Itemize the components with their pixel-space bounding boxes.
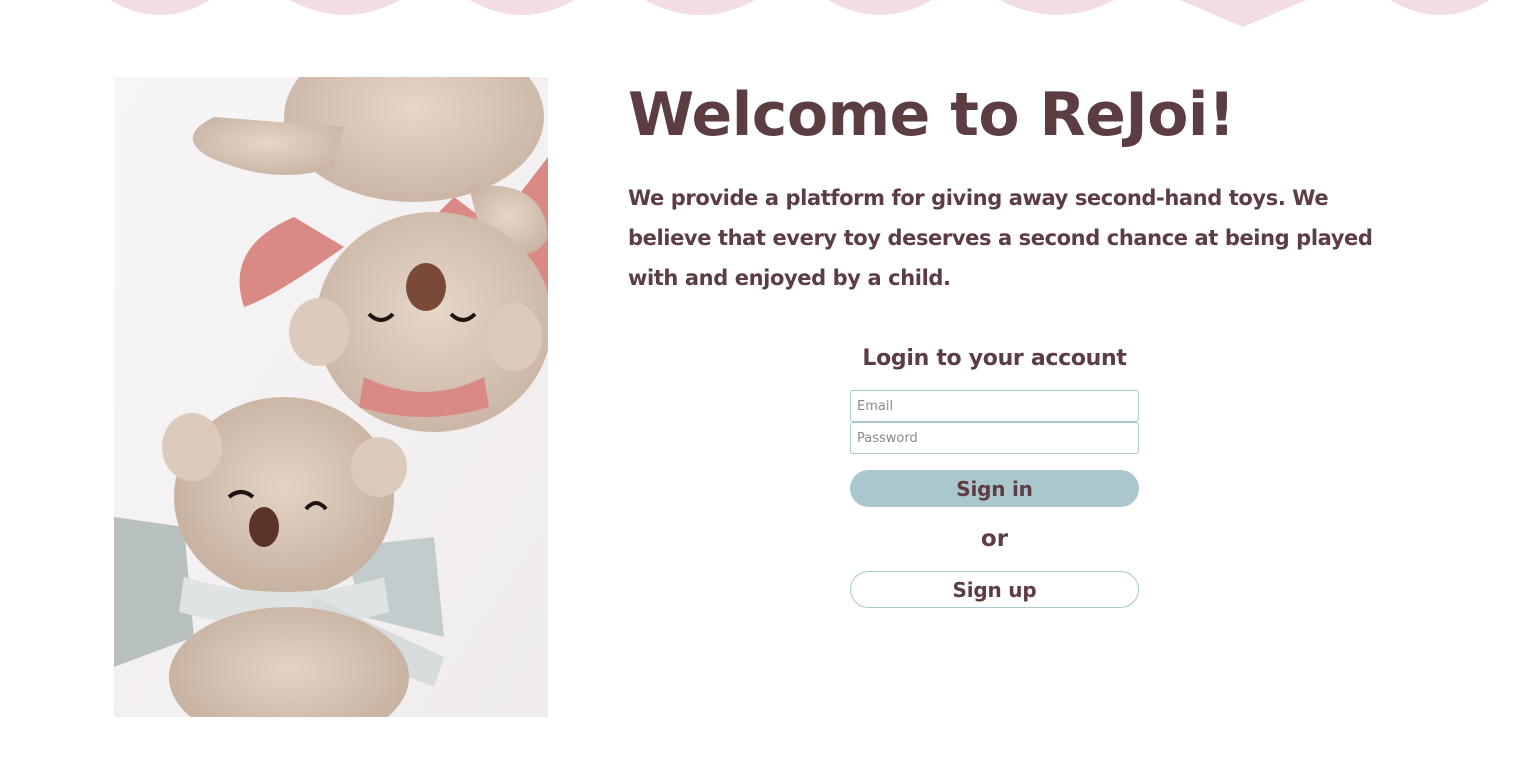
sign-up-button[interactable]: Sign up (850, 571, 1139, 608)
page-title: Welcome to ReJoi! (628, 80, 1235, 150)
intro-description: We provide a platform for giving away se… (628, 186, 1373, 290)
password-field[interactable] (850, 422, 1139, 454)
top-wave-decoration (110, 0, 1490, 27)
teddy-bears-illustration (114, 77, 548, 717)
email-field[interactable] (850, 390, 1139, 422)
or-separator: or (980, 526, 1009, 552)
login-form: Login to your account Sign in or Sign up (850, 340, 1139, 608)
teddy-bears-photo (114, 77, 548, 717)
intro-section: Welcome to ReJoi! We provide a platform … (628, 80, 1388, 298)
page: Welcome to ReJoi! We provide a platform … (0, 0, 1519, 757)
sign-in-button[interactable]: Sign in (850, 470, 1139, 507)
login-heading: Login to your account (862, 346, 1127, 371)
